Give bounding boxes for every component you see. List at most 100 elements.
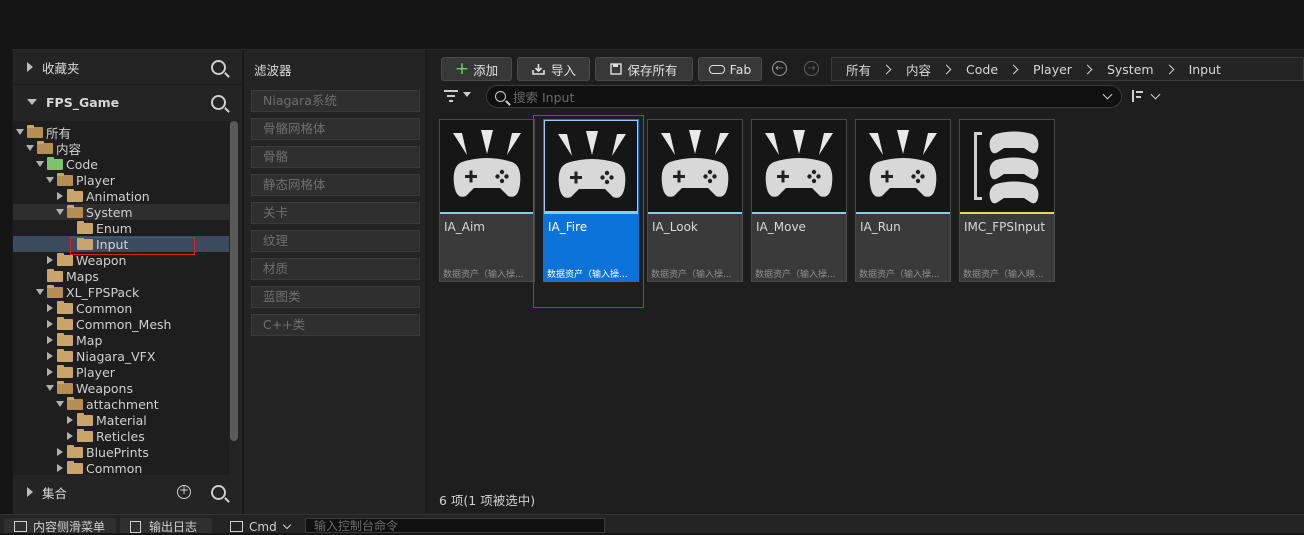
tree-item[interactable]: System: [13, 204, 229, 220]
tree-scrollbar[interactable]: [230, 121, 238, 441]
breadcrumb-item[interactable]: 所有: [846, 60, 871, 79]
tree-item-label: Material: [96, 412, 147, 428]
folder-icon: [57, 348, 73, 362]
search-icon[interactable]: [211, 485, 226, 500]
asset-tile[interactable]: IMC_FPSInput 数据资产（输入映...: [959, 119, 1055, 282]
breadcrumb-item[interactable]: Input: [1189, 62, 1221, 77]
folder-icon: [67, 188, 83, 202]
chevron-down-icon[interactable]: [1102, 89, 1113, 100]
tree-item-label: Maps: [66, 268, 99, 284]
expand-arrow-icon[interactable]: [47, 256, 53, 264]
asset-search-input[interactable]: 搜索 Input: [486, 85, 1122, 108]
breadcrumb-item[interactable]: Player: [1033, 62, 1072, 77]
filter-item[interactable]: 蓝图类: [251, 286, 420, 308]
tree-item[interactable]: XL_FPSPack: [13, 284, 229, 300]
tree-item[interactable]: 内容: [13, 140, 229, 157]
expand-arrow-icon[interactable]: [47, 368, 53, 376]
filter-item[interactable]: 关卡: [251, 202, 420, 224]
save-all-button[interactable]: 保存所有: [595, 57, 693, 81]
chevron-right-icon[interactable]: [1164, 64, 1175, 74]
filter-item[interactable]: 静态网格体: [251, 174, 420, 196]
output-log-tab[interactable]: 输出日志: [120, 518, 212, 534]
tree-item[interactable]: Weapons: [13, 380, 229, 396]
tree-item[interactable]: Common: [13, 460, 229, 475]
filter-item[interactable]: Niagara系统: [251, 90, 420, 112]
tree-item[interactable]: Maps: [13, 268, 229, 284]
asset-tile[interactable]: IA_Run 数据资产（输入操...: [855, 119, 951, 282]
collapse-arrow-icon[interactable]: [36, 289, 44, 295]
filter-item[interactable]: C++类: [251, 314, 420, 336]
asset-tile[interactable]: IA_Aim 数据资产（输入操...: [439, 119, 535, 282]
expand-arrow-icon[interactable]: [47, 352, 53, 360]
breadcrumb-item[interactable]: System: [1107, 62, 1154, 77]
import-button[interactable]: 导入: [517, 57, 590, 81]
content-drawer-tab[interactable]: 内容侧滑菜单: [4, 518, 116, 534]
tree-item[interactable]: attachment: [13, 396, 229, 412]
filter-item[interactable]: 骨骼: [251, 146, 420, 168]
tree-item[interactable]: Common_Mesh: [13, 316, 229, 332]
collapse-arrow-icon[interactable]: [46, 385, 54, 391]
fab-button[interactable]: Fab: [698, 57, 762, 81]
breadcrumb-item[interactable]: 内容: [906, 60, 931, 79]
asset-thumbnail: [648, 120, 742, 212]
search-icon[interactable]: [211, 94, 226, 110]
tree-item[interactable]: Niagara_VFX: [13, 348, 229, 364]
tree-item[interactable]: Enum: [13, 220, 229, 236]
favorites-header[interactable]: 收藏夹: [13, 50, 242, 84]
collapse-arrow-icon[interactable]: [16, 129, 24, 135]
chevron-right-icon[interactable]: [941, 64, 952, 74]
collapse-arrow-icon[interactable]: [36, 161, 44, 167]
tree-item[interactable]: Common: [13, 300, 229, 316]
filter-icon[interactable]: [444, 89, 460, 103]
expand-arrow-icon[interactable]: [47, 304, 53, 312]
collapse-arrow-icon[interactable]: [26, 145, 34, 151]
breadcrumb-item[interactable]: Code: [966, 62, 998, 77]
forward-icon[interactable]: →: [804, 61, 819, 76]
console-input[interactable]: 输入控制台命令: [305, 518, 605, 533]
add-button[interactable]: + 添加: [441, 57, 512, 81]
tree-item[interactable]: Player: [13, 172, 229, 188]
collections-header[interactable]: 集合: [13, 478, 242, 508]
tree-item[interactable]: Animation: [13, 188, 229, 204]
tree-item[interactable]: Map: [13, 332, 229, 348]
expand-arrow-icon[interactable]: [57, 448, 63, 456]
expand-arrow-icon[interactable]: [27, 62, 33, 72]
tree-item-label: Map: [76, 332, 103, 348]
filter-item[interactable]: 材质: [251, 258, 420, 280]
folder-icon: [37, 140, 53, 154]
asset-tile[interactable]: IA_Move 数据资产（输入操...: [751, 119, 847, 282]
filter-item[interactable]: 骨骼网格体: [251, 118, 420, 140]
expand-arrow-icon[interactable]: [67, 416, 73, 424]
tree-item[interactable]: Player: [13, 364, 229, 380]
sort-icon[interactable]: [1132, 89, 1162, 105]
expand-arrow-icon[interactable]: [27, 487, 33, 497]
tree-item[interactable]: Material: [13, 412, 229, 428]
tree-item[interactable]: Code: [13, 156, 229, 172]
tree-item[interactable]: 所有: [13, 124, 229, 141]
chevron-right-icon[interactable]: [881, 64, 892, 74]
tree-item[interactable]: Reticles: [13, 428, 229, 444]
filter-item[interactable]: 纹理: [251, 230, 420, 252]
cmd-selector[interactable]: Cmd: [220, 518, 300, 534]
add-collection-icon[interactable]: [177, 483, 191, 499]
chevron-right-icon[interactable]: [1082, 64, 1093, 74]
chevron-right-icon[interactable]: [1008, 64, 1019, 74]
expand-arrow-icon[interactable]: [57, 192, 63, 200]
collapse-arrow-icon[interactable]: [56, 209, 64, 215]
back-icon[interactable]: ←: [772, 61, 787, 76]
folder-icon: [57, 332, 73, 346]
filter-dropdown-icon[interactable]: [463, 92, 471, 97]
asset-type-bar: [960, 212, 1054, 214]
expand-arrow-icon[interactable]: [47, 320, 53, 328]
collapse-arrow-icon[interactable]: [27, 99, 37, 105]
collapse-arrow-icon[interactable]: [46, 177, 54, 183]
tree-item[interactable]: BluePrints: [13, 444, 229, 460]
project-header[interactable]: FPS_Game: [13, 85, 242, 119]
expand-arrow-icon[interactable]: [67, 432, 73, 440]
save-all-label: 保存所有: [627, 62, 678, 78]
search-icon[interactable]: [211, 59, 226, 75]
expand-arrow-icon[interactable]: [47, 336, 53, 344]
collapse-arrow-icon[interactable]: [56, 401, 64, 407]
expand-arrow-icon[interactable]: [57, 464, 63, 472]
asset-tile[interactable]: IA_Look 数据资产（输入操...: [647, 119, 743, 282]
